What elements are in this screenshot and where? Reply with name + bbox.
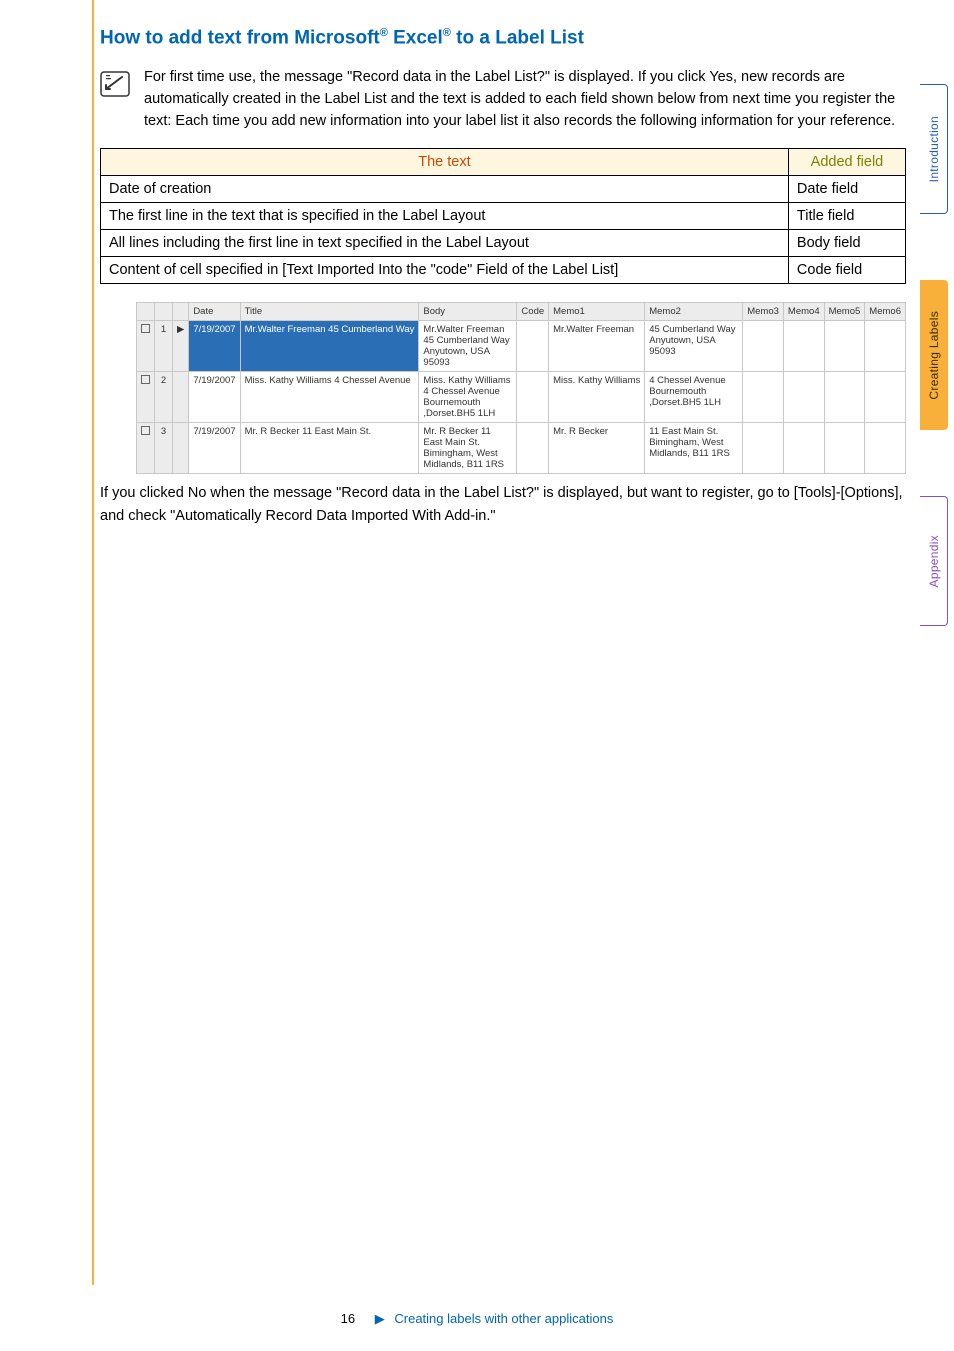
grid-col-date: Date (189, 303, 240, 321)
section-heading: How to add text from Microsoft® Excel® t… (100, 26, 906, 51)
table-row: Date of creation Date field (101, 176, 906, 203)
cell-added: Title field (788, 203, 905, 230)
grid-col-memo5: Memo5 (824, 303, 865, 321)
label-list-grid: Date Title Body Code Memo1 Memo2 Memo3 M… (136, 302, 906, 474)
footer-chapter-link[interactable]: Creating labels with other applications (394, 1311, 613, 1326)
side-tabs: Introduction Creating Labels Appendix (920, 84, 948, 626)
tab-creating-labels-label: Creating Labels (927, 311, 941, 400)
tab-appendix[interactable]: Appendix (920, 496, 948, 626)
page-number: 16 (341, 1311, 355, 1326)
table-row: All lines including the first line in te… (101, 230, 906, 257)
grid-row: 1▶7/19/2007Mr.Walter Freeman 45 Cumberla… (137, 321, 906, 372)
grid-col-title: Title (240, 303, 419, 321)
cell-added: Date field (788, 176, 905, 203)
after-image-paragraph: If you clicked No when the message "Reco… (100, 482, 906, 527)
grid-col-code: Code (517, 303, 549, 321)
note-icon (100, 71, 130, 97)
label-list-grid-screenshot: Date Title Body Code Memo1 Memo2 Memo3 M… (136, 302, 906, 474)
grid-col-body: Body (419, 303, 517, 321)
footer-arrow-icon: ▶ (375, 1311, 385, 1326)
table-row: Content of cell specified in [Text Impor… (101, 257, 906, 284)
tab-appendix-label: Appendix (927, 535, 941, 587)
fields-table-header-added: Added field (811, 154, 884, 170)
grid-row: 37/19/2007Mr. R Becker 11 East Main St.M… (137, 423, 906, 474)
cell-text: Content of cell specified in [Text Impor… (101, 257, 789, 284)
cell-text: The first line in the text that is speci… (101, 203, 789, 230)
grid-col-memo6: Memo6 (865, 303, 906, 321)
tab-creating-labels[interactable]: Creating Labels (920, 280, 948, 430)
fields-table: The text Added field Date of creation Da… (100, 148, 906, 284)
note-text: For first time use, the message "Record … (144, 67, 906, 132)
grid-row: 27/19/2007Miss. Kathy Williams 4 Chessel… (137, 372, 906, 423)
cell-text: All lines including the first line in te… (101, 230, 789, 257)
table-row: The first line in the text that is speci… (101, 203, 906, 230)
grid-col-memo3: Memo3 (743, 303, 784, 321)
grid-col-memo4: Memo4 (783, 303, 824, 321)
left-margin-rule (92, 0, 94, 1285)
cell-added: Body field (788, 230, 905, 257)
cell-text: Date of creation (101, 176, 789, 203)
fields-table-header-text: The text (418, 154, 470, 170)
grid-col-memo2: Memo2 (645, 303, 743, 321)
tab-introduction[interactable]: Introduction (920, 84, 948, 214)
page-footer: 16 ▶ Creating labels with other applicat… (0, 1311, 954, 1327)
tab-introduction-label: Introduction (927, 116, 941, 182)
grid-col-memo1: Memo1 (549, 303, 645, 321)
cell-added: Code field (788, 257, 905, 284)
